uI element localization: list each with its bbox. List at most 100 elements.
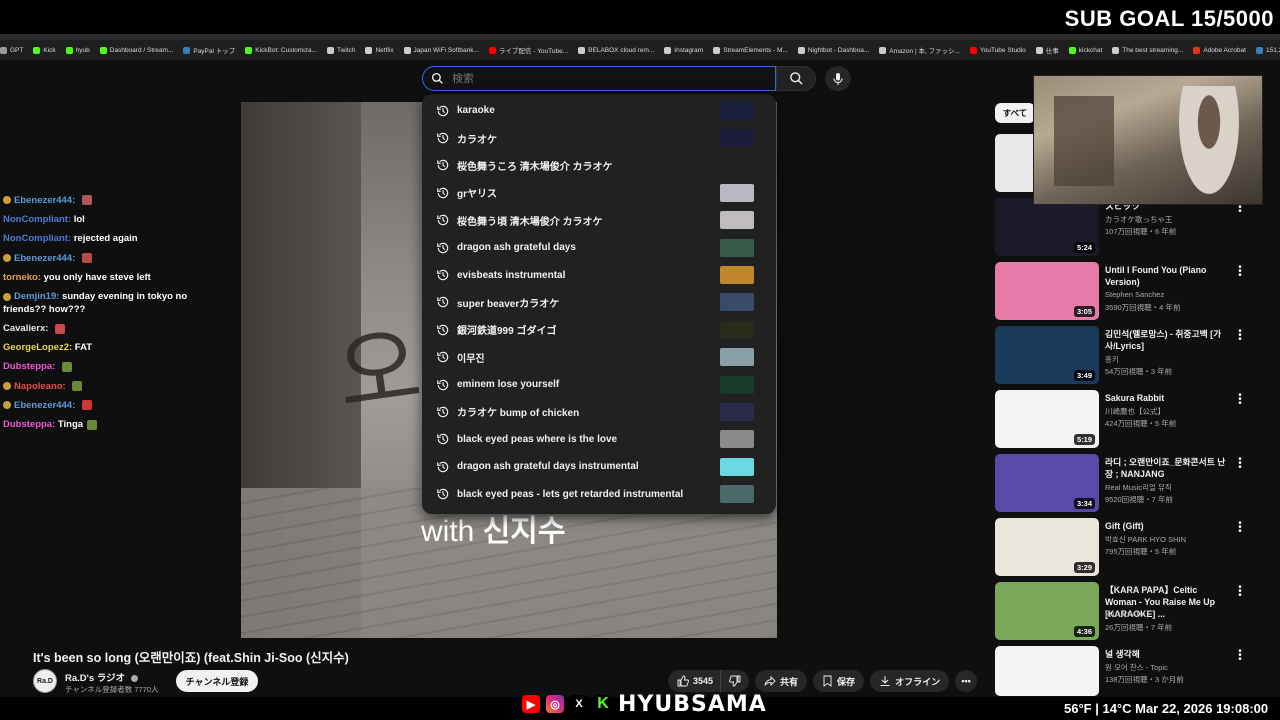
save-button[interactable]: 保存 — [813, 670, 865, 692]
related-video-channel[interactable]: KARA PAPA — [1105, 610, 1146, 619]
filter-chip-all[interactable]: すべて — [995, 103, 1035, 123]
bookmark-item[interactable]: 仕事 — [1035, 45, 1059, 55]
search-button[interactable] — [776, 66, 816, 91]
search-suggestion-item[interactable]: karaoke — [422, 97, 776, 124]
chat-username[interactable]: Napoleano: — [14, 381, 66, 392]
bookmark-item[interactable]: Twitch — [327, 46, 355, 54]
related-video-channel[interactable]: 홍키 — [1105, 354, 1119, 365]
bookmark-item[interactable]: kickchat — [1068, 46, 1102, 54]
bookmark-item[interactable]: Adobe Acrobat — [1193, 46, 1246, 54]
related-video-item[interactable]: 4:36 【KARA PAPA】Celtic Woman - You Raise … — [995, 582, 1255, 640]
related-video-item[interactable]: 3:34 라디 ; 오랜만이죠_문화콘서트 난장 ; NANJANG Real Mu… — [995, 454, 1255, 512]
search-suggestion-item[interactable]: カラオケ bump of chicken — [422, 398, 776, 425]
subscribe-button[interactable]: チャンネル登録 — [176, 670, 258, 692]
bookmark-item[interactable]: ライブ配信 - YouTube... — [488, 45, 568, 55]
related-video-title[interactable]: 라디 ; 오랜만이죠_문화콘서트 난장 ; NANJANG — [1105, 456, 1231, 480]
dislike-button[interactable] — [720, 670, 750, 692]
voice-search-button[interactable] — [825, 66, 851, 91]
search-suggestion-item[interactable]: カラオケ — [422, 124, 776, 151]
related-video-title[interactable]: 김민석(멜로망스) - 취중고백 [가사/Lyrics] — [1105, 328, 1231, 352]
chat-username[interactable]: Cavalierx: — [3, 323, 48, 334]
bookmark-item[interactable]: YouTube Studio — [969, 46, 1026, 54]
related-video-channel[interactable]: Real Music리얼 뮤직 — [1105, 482, 1172, 493]
related-video-title[interactable]: 널 생각해 — [1105, 648, 1231, 660]
chat-username[interactable]: Dubsteppa: — [3, 361, 55, 372]
channel-name[interactable]: Ra.D's ラジオ — [65, 670, 138, 684]
related-video-item[interactable]: 5:19 Sakura Rabbit 川崎鷹也【公式】 424万回視聴・5 年前 • • • — [995, 390, 1255, 448]
more-vert-icon[interactable]: ••• — [1237, 647, 1243, 665]
related-video-channel[interactable]: 川崎鷹也【公式】 — [1105, 406, 1165, 417]
more-vert-icon[interactable]: ••• — [1237, 583, 1243, 601]
bookmark-item[interactable]: Instagram — [664, 46, 703, 54]
bookmark-item[interactable]: GPT — [0, 46, 23, 54]
video-thumbnail[interactable]: 3:49 — [995, 326, 1099, 384]
chat-username[interactable]: Ebenezer444: — [14, 195, 75, 206]
search-suggestion-item[interactable]: black eyed peas where is the love — [422, 426, 776, 453]
search-suggestion-item[interactable]: black eyed peas - lets get retarded inst… — [422, 480, 776, 507]
chat-username[interactable]: torneko: — [3, 272, 41, 283]
bookmark-item[interactable]: The best streaming... — [1112, 46, 1183, 54]
search-suggestion-item[interactable]: eminem lose yourself — [422, 371, 776, 398]
share-button[interactable]: 共有 — [755, 670, 808, 692]
more-actions-button[interactable]: ••• — [955, 670, 978, 692]
search-suggestion-item[interactable]: super beaverカラオケ — [422, 289, 776, 316]
bookmark-item[interactable]: Amazon | 本, ファッシ... — [879, 45, 960, 55]
bookmark-item[interactable]: hyub — [65, 46, 90, 54]
webcam-overlay — [1033, 75, 1263, 205]
bookmark-item[interactable]: BELABOX cloud rem... — [578, 46, 654, 54]
bookmark-item[interactable]: KickBot: Customiza... — [245, 46, 317, 54]
more-vert-icon[interactable]: ••• — [1237, 327, 1243, 345]
search-suggestion-item[interactable]: 桜色舞う頃 清木場俊介 カラオケ — [422, 207, 776, 234]
search-suggestion-item[interactable]: grヤリス — [422, 179, 776, 206]
chat-username[interactable]: Ebenezer444: — [14, 253, 75, 264]
search-suggestion-item[interactable]: dragon ash grateful days instrumental — [422, 453, 776, 480]
offline-download-button[interactable]: オフライン — [870, 670, 950, 692]
search-suggestion-item[interactable]: 이무진 — [422, 344, 776, 371]
chat-username[interactable]: NonCompliant: — [3, 214, 71, 225]
related-video-item[interactable]: 5:24スピッツカラオケ歌っちゃ王107万回視聴・6 年前••• — [995, 198, 1255, 256]
video-thumbnail[interactable]: 5:24 — [995, 198, 1099, 256]
related-video-item[interactable]: 3:29 Gift (Gift) 박효신 PARK HYO SHIN 795万回視聴・… — [995, 518, 1255, 576]
chat-username[interactable]: Demjin19: — [14, 291, 59, 302]
search-box[interactable] — [422, 66, 776, 91]
search-suggestion-item[interactable]: 銀河鉄道999 ゴダイゴ — [422, 316, 776, 343]
related-video-channel[interactable]: カラオケ歌っちゃ王 — [1105, 214, 1173, 225]
bookmark-item[interactable]: Kick — [33, 46, 56, 54]
bookmark-item[interactable]: Dashboard / Stream... — [99, 46, 173, 54]
bookmark-item[interactable]: StreamElements - M... — [713, 46, 788, 54]
more-vert-icon[interactable]: ••• — [1237, 391, 1243, 409]
chat-username[interactable]: NonCompliant: — [3, 233, 71, 244]
more-vert-icon[interactable]: ••• — [1237, 455, 1243, 473]
related-video-item[interactable]: 3:49 김민석(멜로망스) - 취중고백 [가사/Lyrics] 홍키 54万回視聴… — [995, 326, 1255, 384]
related-video-title[interactable]: Sakura Rabbit — [1105, 392, 1231, 404]
search-suggestion-item[interactable]: evisbeats instrumental — [422, 261, 776, 288]
search-suggestion-item[interactable]: dragon ash grateful days — [422, 234, 776, 261]
channel-avatar[interactable]: Ra.D — [33, 669, 57, 693]
more-vert-icon[interactable]: ••• — [1237, 263, 1243, 281]
related-video-item[interactable]: 3:05 Until I Found You (Piano Version) Ste… — [995, 262, 1255, 320]
bookmark-item[interactable]: Nightbot - Dashboa... — [797, 46, 869, 54]
bookmark-item[interactable]: 151,221,000 BTC/KR... — [1255, 46, 1280, 54]
search-suggestion-item[interactable]: 桜色舞うころ 清木場俊介 カラオケ — [422, 152, 776, 179]
like-button[interactable]: 3545 — [668, 670, 721, 692]
video-thumbnail[interactable]: 4:36 — [995, 582, 1099, 640]
bookmark-item[interactable]: Netflix — [365, 46, 394, 54]
video-thumbnail[interactable]: 3:05 — [995, 262, 1099, 320]
search-input[interactable] — [452, 72, 732, 85]
chat-username[interactable]: Ebenezer444: — [14, 400, 75, 411]
video-thumbnail[interactable] — [995, 646, 1099, 696]
related-video-channel[interactable]: 원 모어 찬스 - Topic — [1105, 662, 1168, 673]
bookmark-item[interactable]: Japan WiFi Softbank... — [403, 46, 479, 54]
chat-username[interactable]: GeorgeLopez2: — [3, 342, 72, 353]
video-thumbnail[interactable]: 3:29 — [995, 518, 1099, 576]
video-thumbnail[interactable]: 5:19 — [995, 390, 1099, 448]
more-vert-icon[interactable]: ••• — [1237, 519, 1243, 537]
related-video-title[interactable]: Gift (Gift) — [1105, 520, 1231, 532]
related-video-title[interactable]: Until I Found You (Piano Version) — [1105, 264, 1231, 288]
related-video-channel[interactable]: Stephen Sanchez — [1105, 290, 1164, 299]
chat-username[interactable]: Dubsteppa: — [3, 419, 55, 430]
related-video-channel[interactable]: 박효신 PARK HYO SHIN — [1105, 534, 1186, 545]
bookmark-item[interactable]: PayPal トップ — [183, 45, 235, 55]
video-thumbnail[interactable]: 3:34 — [995, 454, 1099, 512]
related-video-item[interactable]: 널 생각해 원 모어 찬스 - Topic 138万回視聴・3 か月前 • • • — [995, 646, 1255, 696]
